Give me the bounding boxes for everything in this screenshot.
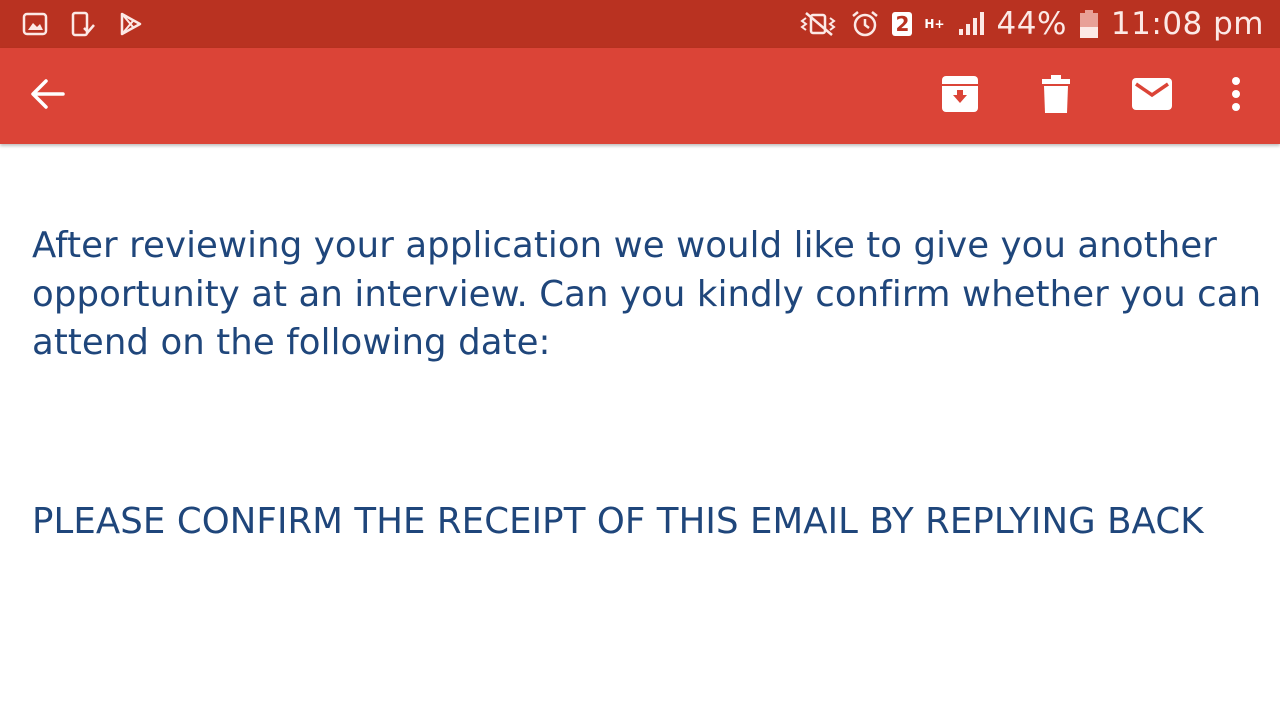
status-system-icons: 2 H+ 44% 11:08 pm xyxy=(798,6,1280,42)
email-toolbar xyxy=(0,48,1280,144)
clock-time: 11:08 pm xyxy=(1110,6,1264,42)
archive-icon xyxy=(941,75,979,117)
email-body: After reviewing your application we woul… xyxy=(32,222,1262,546)
back-arrow-icon xyxy=(30,78,66,114)
trash-icon xyxy=(1041,74,1071,118)
battery-percent: 44% xyxy=(996,6,1067,42)
network-icon: H+ xyxy=(924,16,945,31)
back-button[interactable] xyxy=(16,48,80,144)
vibrate-mute-icon xyxy=(798,10,838,38)
device-download-icon xyxy=(70,11,96,37)
email-notice-text: PLEASE CONFIRM THE RECEIPT OF THIS EMAIL… xyxy=(32,500,1204,542)
network-type-label: H+ xyxy=(924,16,945,31)
signal-icon xyxy=(957,11,985,37)
gallery-icon xyxy=(22,12,48,36)
more-vert-icon xyxy=(1231,76,1241,116)
play-store-icon xyxy=(118,11,144,37)
status-notification-icons xyxy=(0,11,144,37)
status-bar: 2 H+ 44% 11:08 pm xyxy=(0,0,1280,48)
mark-unread-button[interactable] xyxy=(1120,48,1184,144)
mail-icon xyxy=(1131,77,1173,115)
delete-button[interactable] xyxy=(1026,48,1086,144)
archive-button[interactable] xyxy=(930,48,990,144)
email-message-text: After reviewing your application we woul… xyxy=(32,225,1262,363)
alarm-icon xyxy=(850,9,880,39)
battery-icon xyxy=(1079,9,1099,39)
more-options-button[interactable] xyxy=(1216,48,1256,144)
sim-icon: 2 xyxy=(892,12,913,36)
